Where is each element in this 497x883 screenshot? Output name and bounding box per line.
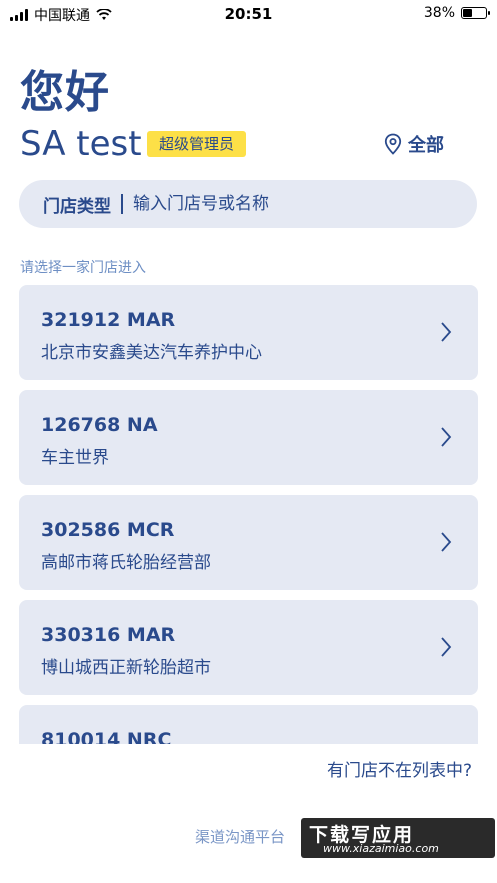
store-card[interactable]: 302586 MCR 高邮市蒋氏轮胎经营部 bbox=[19, 495, 478, 590]
store-code: 330316 MAR bbox=[41, 624, 176, 646]
search-input[interactable] bbox=[133, 194, 433, 214]
greeting-title: 您好 bbox=[20, 67, 110, 118]
search-bar: 门店类型 bbox=[19, 180, 477, 228]
store-card[interactable]: 321912 MAR 北京市安鑫美达汽车养护中心 bbox=[19, 285, 478, 380]
chevron-right-icon bbox=[441, 427, 452, 447]
store-code: 321912 MAR bbox=[41, 309, 176, 331]
store-name: 车主世界 bbox=[41, 448, 109, 468]
watermark-logo: 下载写应用 www.xiazaimiao.com bbox=[301, 818, 495, 858]
store-code: 302586 MCR bbox=[41, 519, 175, 541]
store-card[interactable]: 330316 MAR 博山城西正新轮胎超市 bbox=[19, 600, 478, 695]
store-card[interactable]: 126768 NA 车主世界 bbox=[19, 390, 478, 485]
store-code: 126768 NA bbox=[41, 414, 158, 436]
watermark-url: www.xiazaimiao.com bbox=[323, 842, 439, 855]
search-divider bbox=[121, 194, 123, 214]
missing-store-link[interactable]: 有门店不在列表中? bbox=[327, 756, 472, 781]
battery-icon bbox=[461, 7, 490, 19]
location-selector[interactable]: 全部 bbox=[384, 131, 444, 157]
store-name: 北京市安鑫美达汽车养护中心 bbox=[41, 343, 262, 363]
battery-percent: 38% bbox=[423, 5, 455, 21]
location-label: 全部 bbox=[408, 135, 444, 156]
status-time: 20:51 bbox=[224, 5, 273, 23]
store-list[interactable]: 321912 MAR 北京市安鑫美达汽车养护中心 126768 NA 车主世界 … bbox=[0, 285, 497, 744]
footer-text: 渠道沟通平台 bbox=[195, 828, 286, 846]
select-store-hint: 请选择一家门店进入 bbox=[20, 260, 146, 276]
status-right: 38% bbox=[423, 5, 490, 21]
chevron-right-icon bbox=[441, 322, 452, 342]
username: SA test bbox=[20, 124, 142, 164]
chevron-right-icon bbox=[441, 532, 452, 552]
chevron-right-icon bbox=[441, 637, 452, 657]
status-bar: 中国联通 20:51 38% bbox=[0, 0, 497, 28]
role-badge: 超级管理员 bbox=[147, 131, 247, 157]
store-code: 810014 NRC bbox=[41, 729, 172, 744]
store-card[interactable]: 810014 NRC bbox=[19, 705, 478, 744]
location-pin-icon bbox=[384, 133, 402, 155]
store-name: 博山城西正新轮胎超市 bbox=[41, 658, 211, 678]
store-type-filter[interactable]: 门店类型 bbox=[43, 192, 111, 217]
store-name: 高邮市蒋氏轮胎经营部 bbox=[41, 553, 211, 573]
